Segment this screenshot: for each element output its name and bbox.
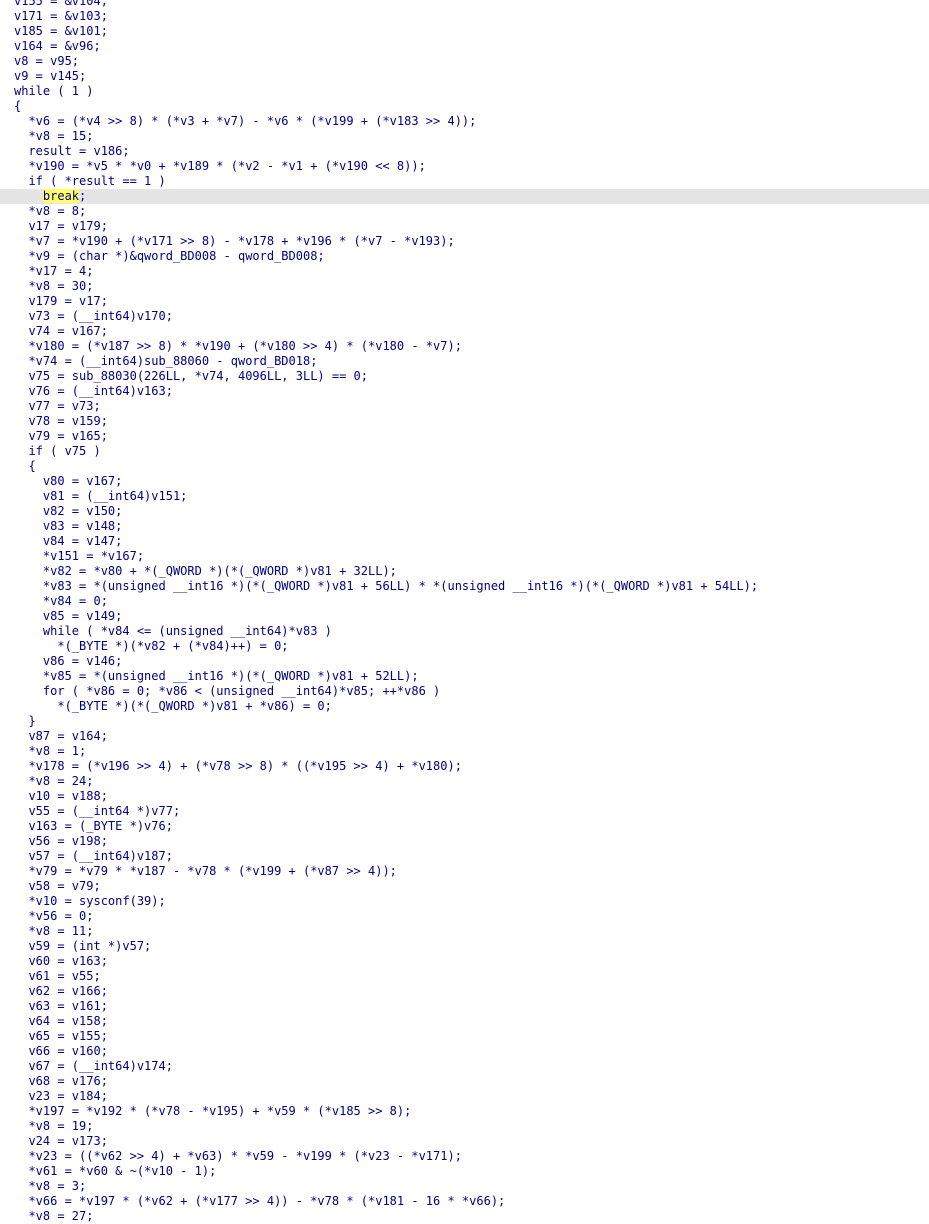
code-line[interactable]: *v8 = 15; (0, 129, 929, 144)
code-line[interactable]: { (0, 459, 929, 474)
code-line[interactable]: result = v186; (0, 144, 929, 159)
code-line[interactable]: *v56 = 0; (0, 909, 929, 924)
code-line[interactable]: v163 = (_BYTE *)v76; (0, 819, 929, 834)
code-line[interactable]: *v6 = (*v4 >> 8) * (*v3 + *v7) - *v6 * (… (0, 114, 929, 129)
code-line[interactable]: v63 = v161; (0, 999, 929, 1014)
code-line[interactable]: v17 = v179; (0, 219, 929, 234)
code-line[interactable]: v23 = v184; (0, 1089, 929, 1104)
code-line[interactable]: v77 = v73; (0, 399, 929, 414)
code-line[interactable]: *v8 = 3; (0, 1179, 929, 1194)
code-line[interactable]: *(_BYTE *)(*(_QWORD *)v81 + *v86) = 0; (0, 699, 929, 714)
code-line[interactable]: *v8 = 30; (0, 279, 929, 294)
code-line[interactable]: v75 = sub_88030(226LL, *v74, 4096LL, 3LL… (0, 369, 929, 384)
code-line[interactable]: v179 = v17; (0, 294, 929, 309)
code-line[interactable]: v55 = (__int64 *)v77; (0, 804, 929, 819)
code-line[interactable]: v9 = v145; (0, 69, 929, 84)
code-line[interactable]: *v66 = *v197 * (*v62 + (*v177 >> 4)) - *… (0, 1194, 929, 1209)
code-line[interactable]: *v8 = 24; (0, 774, 929, 789)
code-line[interactable]: for ( *v86 = 0; *v86 < (unsigned __int64… (0, 684, 929, 699)
code-line[interactable]: v8 = v95; (0, 54, 929, 69)
code-line[interactable]: v60 = v163; (0, 954, 929, 969)
current-code-line[interactable]: break; (0, 189, 929, 204)
code-line[interactable]: v58 = v79; (0, 879, 929, 894)
code-line[interactable]: *v8 = 19; (0, 1119, 929, 1134)
code-line[interactable]: *(_BYTE *)(*v82 + (*v84)++) = 0; (0, 639, 929, 654)
code-line[interactable]: *v197 = *v192 * (*v78 - *v195) + *v59 * … (0, 1104, 929, 1119)
code-line[interactable]: v65 = v155; (0, 1029, 929, 1044)
code-line[interactable]: *v180 = (*v187 >> 8) * *v190 + (*v180 >>… (0, 339, 929, 354)
code-line[interactable]: if ( v75 ) (0, 444, 929, 459)
code-line[interactable]: *v178 = (*v196 >> 4) + (*v78 >> 8) * ((*… (0, 759, 929, 774)
code-line[interactable]: v80 = v167; (0, 474, 929, 489)
code-line[interactable]: *v23 = ((*v62 >> 4) + *v63) * *v59 - *v1… (0, 1149, 929, 1164)
code-line[interactable]: *v84 = 0; (0, 594, 929, 609)
code-line[interactable]: *v82 = *v80 + *(_QWORD *)(*(_QWORD *)v81… (0, 564, 929, 579)
code-line[interactable]: *v8 = 1; (0, 744, 929, 759)
code-line[interactable]: } (0, 714, 929, 729)
code-line[interactable]: *v8 = 8; (0, 204, 929, 219)
code-line[interactable]: v57 = (__int64)v187; (0, 849, 929, 864)
code-line[interactable]: v61 = v55; (0, 969, 929, 984)
code-line[interactable]: v62 = v166; (0, 984, 929, 999)
pseudocode-view[interactable]: v155 = &v104; v171 = &v103; v185 = &v101; v… (0, 0, 929, 1224)
code-line[interactable]: v66 = v160; (0, 1044, 929, 1059)
code-line[interactable]: *v17 = 4; (0, 264, 929, 279)
code-line[interactable]: while ( 1 ) (0, 84, 929, 99)
code-line[interactable]: v78 = v159; (0, 414, 929, 429)
code-line[interactable]: v86 = v146; (0, 654, 929, 669)
code-line[interactable]: v10 = v188; (0, 789, 929, 804)
code-line[interactable]: v87 = v164; (0, 729, 929, 744)
code-line[interactable]: *v79 = *v79 * *v187 - *v78 * (*v199 + (*… (0, 864, 929, 879)
code-line[interactable]: *v74 = (__int64)sub_88060 - qword_BD018; (0, 354, 929, 369)
code-line[interactable]: { (0, 99, 929, 114)
code-line[interactable]: v68 = v176; (0, 1074, 929, 1089)
code-line[interactable]: *v190 = *v5 * *v0 + *v189 * (*v2 - *v1 +… (0, 159, 929, 174)
code-line[interactable]: *v85 = *(unsigned __int16 *)(*(_QWORD *)… (0, 669, 929, 684)
code-line[interactable]: *v8 = 27; (0, 1209, 929, 1224)
code-line[interactable]: *v61 = *v60 & ~(*v10 - 1); (0, 1164, 929, 1179)
code-line[interactable]: v59 = (int *)v57; (0, 939, 929, 954)
code-line[interactable]: v155 = &v104; (0, 0, 929, 9)
code-line[interactable]: *v83 = *(unsigned __int16 *)(*(_QWORD *)… (0, 579, 929, 594)
code-line[interactable]: v79 = v165; (0, 429, 929, 444)
code-line[interactable]: v84 = v147; (0, 534, 929, 549)
code-line[interactable]: v67 = (__int64)v174; (0, 1059, 929, 1074)
code-line[interactable]: v85 = v149; (0, 609, 929, 624)
code-line[interactable]: v171 = &v103; (0, 9, 929, 24)
code-line[interactable]: *v151 = *v167; (0, 549, 929, 564)
code-line[interactable]: v76 = (__int64)v163; (0, 384, 929, 399)
code-line[interactable]: v83 = v148; (0, 519, 929, 534)
code-line[interactable]: v64 = v158; (0, 1014, 929, 1029)
code-line[interactable]: v164 = &v96; (0, 39, 929, 54)
code-line[interactable]: *v10 = sysconf(39); (0, 894, 929, 909)
code-line[interactable]: v56 = v198; (0, 834, 929, 849)
code-line[interactable]: v74 = v167; (0, 324, 929, 339)
code-line[interactable]: v24 = v173; (0, 1134, 929, 1149)
highlighted-keyword[interactable]: break (42, 189, 80, 203)
code-line[interactable]: *v8 = 11; (0, 924, 929, 939)
code-line[interactable]: while ( *v84 <= (unsigned __int64)*v83 ) (0, 624, 929, 639)
code-line[interactable]: v81 = (__int64)v151; (0, 489, 929, 504)
code-line[interactable]: v73 = (__int64)v170; (0, 309, 929, 324)
code-line[interactable]: *v7 = *v190 + (*v171 >> 8) - *v178 + *v1… (0, 234, 929, 249)
code-line[interactable]: v82 = v150; (0, 504, 929, 519)
code-line[interactable]: if ( *result == 1 ) (0, 174, 929, 189)
code-line[interactable]: *v9 = (char *)&qword_BD008 - qword_BD008… (0, 249, 929, 264)
code-line[interactable]: v185 = &v101; (0, 24, 929, 39)
